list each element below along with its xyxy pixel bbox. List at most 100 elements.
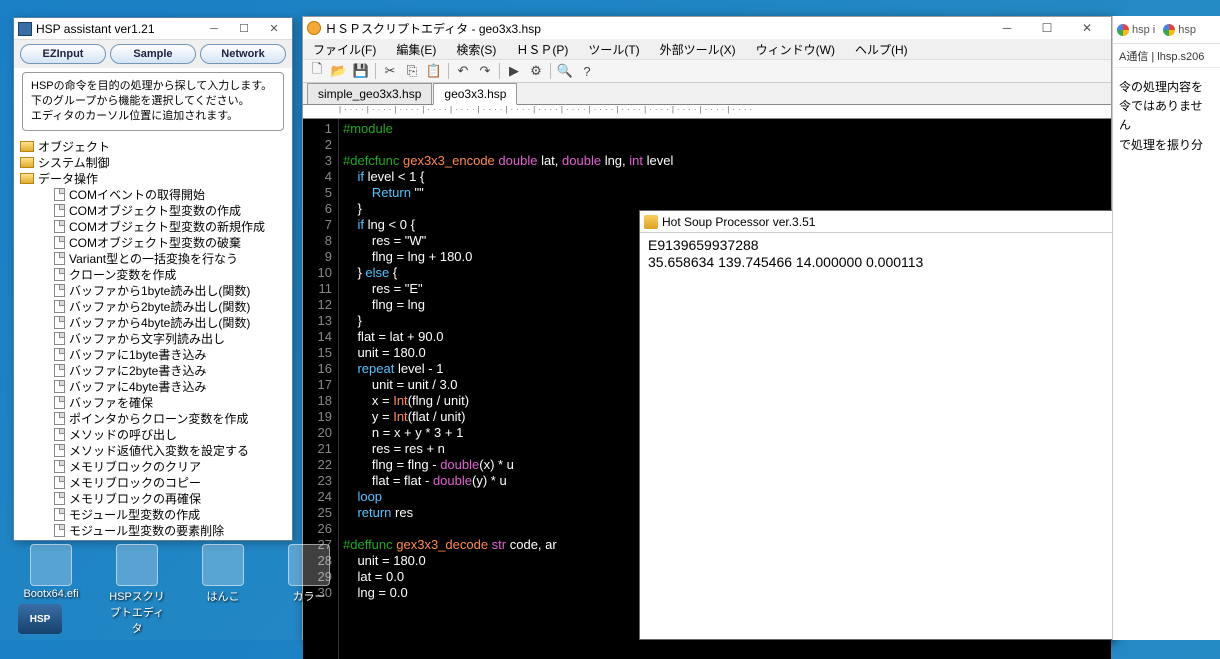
editor-title-text: ＨＳＰスクリプトエディタ - geo3x3.hsp (325, 20, 541, 37)
tree-folder[interactable]: システム制御 (18, 155, 288, 171)
help-icon[interactable]: ? (577, 61, 597, 81)
redo-icon[interactable]: ↷ (475, 61, 495, 81)
menu-bar: ファイル(F) 編集(E) 検索(S) ＨＳＰ(P) ツール(T) 外部ツール(X) ウィン… (303, 39, 1111, 59)
tree-item[interactable]: Variant型との一括変換を行なう (18, 251, 288, 267)
tree-item[interactable]: バッファから2byte読み出し(関数) (18, 299, 288, 315)
tree-item[interactable]: バッファに4byte書き込み (18, 379, 288, 395)
taskbar-hsp-icon[interactable]: HSP (18, 604, 66, 640)
output-window: Hot Soup Processor ver.3.51 E91396599372… (639, 210, 1114, 640)
tree-item[interactable]: COMイベントの取得開始 (18, 187, 288, 203)
folder-icon (20, 157, 34, 168)
cut-icon[interactable]: ✂ (380, 61, 400, 81)
file-tabs: simple_geo3x3.hspgeo3x3.hsp (303, 83, 1111, 105)
file-icon (54, 268, 65, 281)
file-icon (54, 252, 65, 265)
browser-tabs: hsp i hsp (1113, 16, 1220, 44)
file-tab[interactable]: geo3x3.hsp (433, 83, 517, 105)
tree-item[interactable]: クローン変数を作成 (18, 267, 288, 283)
tab-ezinput[interactable]: EZInput (20, 44, 106, 64)
assistant-tab-bar: EZInput Sample Network (14, 40, 292, 68)
copy-icon[interactable]: ⎘ (402, 61, 422, 81)
desktop-icons: Bootx64.efiHSPスクリプトエディタはんこカラー (20, 544, 340, 636)
icon-image (288, 544, 330, 586)
tree-item[interactable]: ポインタからクローン変数を作成 (18, 411, 288, 427)
file-icon (54, 460, 65, 473)
toolbar: 🗋 📂 💾 ✂ ⎘ 📋 ↶ ↷ ▶ ⚙ 🔍 ? (303, 59, 1111, 83)
app-icon (18, 22, 32, 36)
undo-icon[interactable]: ↶ (453, 61, 473, 81)
tree-folder[interactable]: オブジェクト (18, 139, 288, 155)
close-button[interactable]: ✕ (260, 20, 288, 38)
search-icon[interactable]: 🔍 (555, 61, 575, 81)
file-icon (54, 492, 65, 505)
tree-item[interactable]: バッファから4byte読み出し(関数) (18, 315, 288, 331)
menu-item[interactable]: 検索(S) (452, 40, 500, 59)
icon-image (30, 544, 72, 586)
output-body: E913965993728835.658634 139.745466 14.00… (640, 233, 1113, 275)
tree-item[interactable]: メソッドの呼び出し (18, 427, 288, 443)
tab-sample[interactable]: Sample (110, 44, 196, 64)
tree-item[interactable]: モジュール型変数の作成 (18, 507, 288, 523)
file-icon (54, 188, 65, 201)
ruler: |····|····|····|····|····|····|····|····… (303, 105, 1111, 119)
file-tab[interactable]: simple_geo3x3.hsp (307, 83, 432, 104)
file-icon (54, 508, 65, 521)
tree-item[interactable]: バッファから文字列読み出し (18, 331, 288, 347)
minimize-button[interactable]: ─ (987, 18, 1027, 38)
tree-item[interactable]: バッファを確保 (18, 395, 288, 411)
menu-item[interactable]: 外部ツール(X) (656, 40, 740, 59)
desktop-icon[interactable]: HSPスクリプトエディタ (106, 544, 168, 636)
close-button[interactable]: ✕ (1067, 18, 1107, 38)
tree-item[interactable]: メソッド返値代入変数を設定する (18, 443, 288, 459)
new-file-icon[interactable]: 🗋 (307, 61, 327, 81)
browser-tab[interactable]: hsp (1159, 17, 1200, 43)
tab-network[interactable]: Network (200, 44, 286, 64)
run-icon[interactable]: ▶ (504, 61, 524, 81)
output-titlebar[interactable]: Hot Soup Processor ver.3.51 (640, 211, 1113, 233)
save-icon[interactable]: 💾 (351, 61, 371, 81)
paste-icon[interactable]: 📋 (424, 61, 444, 81)
menu-item[interactable]: ウィンドウ(W) (752, 40, 839, 59)
menu-item[interactable]: ＨＳＰ(P) (512, 40, 572, 59)
tree-item[interactable]: COMオブジェクト型変数の作成 (18, 203, 288, 219)
assistant-titlebar[interactable]: HSP assistant ver1.21 ─ ☐ ✕ (14, 18, 292, 40)
file-icon (54, 332, 65, 345)
desktop-icon[interactable]: はんこ (192, 544, 254, 636)
tool-icon[interactable]: ⚙ (526, 61, 546, 81)
menu-item[interactable]: 編集(E) (392, 40, 440, 59)
tree-item[interactable]: COMオブジェクト型変数の破棄 (18, 235, 288, 251)
file-icon (54, 428, 65, 441)
editor-app-icon (307, 21, 321, 35)
open-file-icon[interactable]: 📂 (329, 61, 349, 81)
tree-item[interactable]: モジュール型変数の要素削除 (18, 523, 288, 537)
menu-item[interactable]: ファイル(F) (309, 40, 380, 59)
tree-item[interactable]: COMオブジェクト型変数の新規作成 (18, 219, 288, 235)
tree-folder[interactable]: データ操作 (18, 171, 288, 187)
file-icon (54, 396, 65, 409)
desktop-icon[interactable]: カラー (278, 544, 340, 636)
tree-item[interactable]: バッファに2byte書き込み (18, 363, 288, 379)
browser-tab[interactable]: hsp i (1113, 17, 1159, 43)
file-icon (54, 476, 65, 489)
browser-window: hsp i hsp A通信 | lhsp.s206 令の処理内容を令ではありませ… (1112, 16, 1220, 640)
tree-item[interactable]: バッファに1byte書き込み (18, 347, 288, 363)
icon-image (202, 544, 244, 586)
tree-view[interactable]: オブジェクトシステム制御データ操作COMイベントの取得開始COMオブジェクト型変… (14, 137, 292, 537)
file-icon (54, 316, 65, 329)
tree-item[interactable]: メモリブロックのクリア (18, 459, 288, 475)
folder-icon (20, 141, 34, 152)
separator (550, 63, 551, 79)
maximize-button[interactable]: ☐ (230, 20, 258, 38)
maximize-button[interactable]: ☐ (1027, 18, 1067, 38)
hsp-icon (644, 215, 658, 229)
output-title-text: Hot Soup Processor ver.3.51 (662, 215, 815, 229)
url-fragment: A通信 | lhsp.s206 (1113, 44, 1220, 68)
tree-item[interactable]: メモリブロックの再確保 (18, 491, 288, 507)
tree-item[interactable]: メモリブロックのコピー (18, 475, 288, 491)
file-icon (54, 412, 65, 425)
minimize-button[interactable]: ─ (200, 20, 228, 38)
menu-item[interactable]: ヘルプ(H) (851, 40, 912, 59)
menu-item[interactable]: ツール(T) (584, 40, 643, 59)
editor-titlebar[interactable]: ＨＳＰスクリプトエディタ - geo3x3.hsp ─ ☐ ✕ (303, 17, 1111, 39)
tree-item[interactable]: バッファから1byte読み出し(関数) (18, 283, 288, 299)
